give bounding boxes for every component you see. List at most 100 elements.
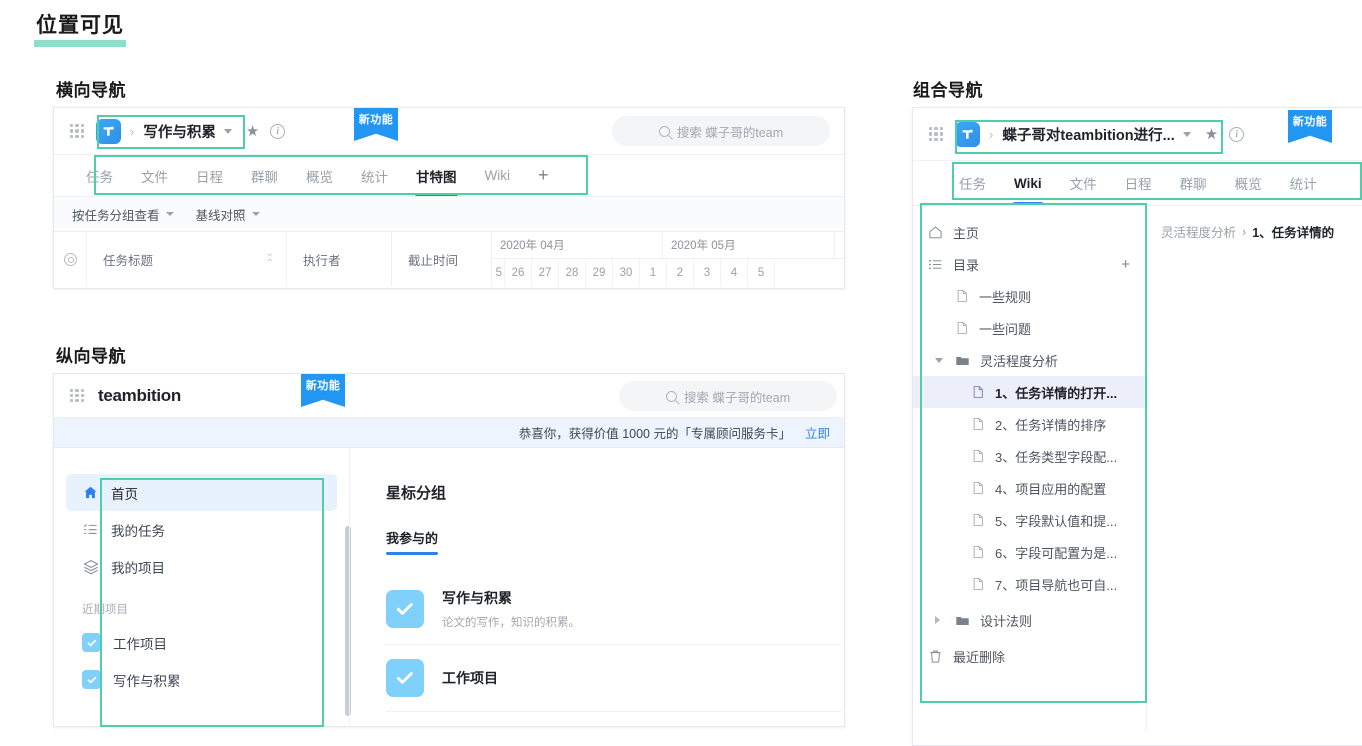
gantt-day: 29	[586, 259, 613, 286]
breadcrumb-current: 1、任务详情的	[1252, 226, 1335, 240]
project-card-work[interactable]: 工作项目	[386, 645, 842, 712]
sidebar-item-home[interactable]: 首页	[66, 474, 337, 511]
wiki-doc-questions[interactable]: 一些问题	[913, 312, 1146, 344]
project-name[interactable]: 蝶子哥对teambition进行...	[1002, 124, 1174, 145]
starred-group-heading: 星标分组	[386, 485, 447, 502]
tab-renwu[interactable]: 任务	[72, 155, 127, 196]
new-feature-badge[interactable]: 新功能	[354, 108, 398, 141]
filter-toolbar: 按任务分组查看 基线对照	[54, 197, 844, 232]
left-sidebar: 首页 我的任务 我的项目 近期项目 工作项目 写作与积累	[54, 448, 351, 724]
group-by-filter[interactable]: 按任务分组查看	[72, 205, 174, 224]
tab-tongji[interactable]: 统计	[347, 155, 402, 196]
expand-toggle[interactable]	[935, 357, 945, 363]
chevron-down-icon[interactable]	[223, 128, 232, 134]
tab-wiki[interactable]: Wiki	[471, 155, 525, 196]
wiki-item-home[interactable]: 主页	[913, 216, 1146, 248]
star-icon[interactable]: ★	[246, 124, 259, 139]
column-settings-button[interactable]	[54, 232, 87, 286]
wiki-doc-5[interactable]: 5、字段默认值和提...	[913, 504, 1146, 536]
wiki-folder-flexibility[interactable]: 灵活程度分析	[913, 344, 1146, 376]
column-assignee[interactable]: 执行者	[287, 232, 392, 286]
teambition-logo-icon[interactable]	[955, 121, 980, 147]
sidebar-item-my-projects[interactable]: 我的项目	[66, 548, 337, 585]
search-input[interactable]: 搜索 蝶子哥的team	[612, 116, 830, 146]
wiki-doc-7[interactable]: 7、项目导航也可自...	[913, 568, 1146, 600]
gantt-day: 27	[532, 259, 559, 286]
doc-icon	[969, 416, 986, 433]
wiki-doc-rules[interactable]: 一些规则	[913, 280, 1146, 312]
baseline-filter[interactable]: 基线对照	[196, 205, 260, 224]
expand-toggle[interactable]	[935, 616, 945, 624]
wiki-item-label: 灵活程度分析	[980, 353, 1059, 369]
breadcrumb-separator: ›	[989, 126, 994, 142]
column-task-title[interactable]: 任务标题 ⌄ ⌃	[87, 232, 287, 286]
horizontal-tabs: 任务 文件 日程 群聊 概览 统计 甘特图 Wiki +	[54, 155, 844, 197]
sidebar-project-label: 写作与积累	[113, 673, 181, 689]
sidebar-group-label: 近期项目	[82, 604, 128, 616]
sidebar-project-work[interactable]: 工作项目	[66, 624, 337, 661]
app-grid-icon[interactable]	[929, 127, 943, 141]
add-page-button[interactable]: +	[1121, 256, 1130, 273]
wiki-item-recently-deleted[interactable]: 最近删除	[913, 640, 1146, 672]
task-list-icon	[82, 521, 99, 538]
project-name[interactable]: 写作与积累	[143, 121, 216, 142]
tab-gailan[interactable]: 概览	[292, 155, 347, 196]
collapse-toggle-icon[interactable]: ⌄ ⌃	[266, 249, 274, 269]
column-due-date[interactable]: 截止时间	[392, 232, 492, 286]
doc-icon	[969, 480, 986, 497]
tab-wenjian[interactable]: 文件	[127, 155, 182, 196]
chevron-down-icon	[935, 357, 943, 363]
tab-wiki[interactable]: Wiki	[1000, 161, 1056, 205]
tab-richeng[interactable]: 日程	[182, 155, 237, 196]
teambition-wordmark[interactable]: teambition	[98, 386, 181, 406]
wiki-item-label: 4、项目应用的配置	[995, 481, 1107, 497]
app-grid-icon[interactable]	[70, 388, 84, 403]
breadcrumb-parent[interactable]: 灵活程度分析	[1161, 222, 1236, 241]
project-card-writing[interactable]: 写作与积累 论文的写作，知识的积累。	[386, 574, 842, 645]
add-tab-button[interactable]: +	[524, 155, 563, 196]
wiki-doc-3[interactable]: 3、任务类型字段配...	[913, 440, 1146, 472]
info-icon[interactable]: i	[1229, 126, 1245, 142]
tab-qunliao[interactable]: 群聊	[237, 155, 292, 196]
info-icon[interactable]: i	[270, 123, 286, 139]
wiki-item-label: 目录	[953, 257, 980, 273]
wiki-doc-4[interactable]: 4、项目应用的配置	[913, 472, 1146, 504]
chevron-down-icon[interactable]	[1182, 131, 1191, 137]
project-check-icon	[386, 659, 424, 697]
tab-richeng[interactable]: 日程	[1111, 161, 1166, 205]
teambition-logo-icon[interactable]	[96, 118, 121, 144]
main-content-area: 星标分组 我参与的 写作与积累 论文的写作，知识的积累。 工作项目	[349, 448, 844, 724]
app-grid-icon[interactable]	[70, 124, 84, 138]
wiki-item-label: 3、任务类型字段配...	[995, 449, 1118, 465]
gantt-timeline: 2020年 04月 2020年 05月 5 26 27 28 29 30 1 2…	[492, 232, 844, 286]
wiki-item-label: 一些规则	[979, 289, 1032, 305]
tab-wenjian[interactable]: 文件	[1056, 161, 1111, 205]
sidebar-project-label: 工作项目	[113, 636, 167, 652]
tab-qunliao[interactable]: 群聊	[1166, 161, 1221, 205]
new-feature-badge[interactable]: 新功能	[301, 374, 345, 407]
layers-icon	[82, 558, 99, 575]
tab-my-participation[interactable]: 我参与的	[386, 528, 439, 555]
gantt-month-may: 2020年 05月	[663, 232, 835, 258]
promo-link[interactable]: 立即	[805, 423, 830, 442]
column-due-date-label: 截止时间	[408, 253, 459, 268]
sidebar-project-writing[interactable]: 写作与积累	[66, 661, 337, 698]
tab-tongji[interactable]: 统计	[1276, 161, 1331, 205]
tab-gantetu[interactable]: 甘特图	[402, 155, 471, 196]
star-icon[interactable]: ★	[1205, 127, 1218, 142]
wiki-doc-6[interactable]: 6、字段可配置为是...	[913, 536, 1146, 568]
wiki-item-directory[interactable]: 目录 +	[913, 248, 1146, 280]
sidebar-item-my-tasks[interactable]: 我的任务	[66, 511, 337, 548]
wiki-doc-1[interactable]: 1、任务详情的打开...	[913, 376, 1146, 408]
new-feature-badge[interactable]: 新功能	[1288, 110, 1332, 143]
search-placeholder: 搜索 蝶子哥的team	[683, 390, 791, 405]
promo-text: 恭喜你，获得价值 1000 元的「专属顾问服务卡」	[518, 427, 791, 441]
wiki-item-label: 设计法则	[980, 613, 1033, 629]
tab-renwu[interactable]: 任务	[945, 161, 1000, 205]
tab-gailan[interactable]: 概览	[1221, 161, 1276, 205]
wiki-doc-2[interactable]: 2、任务详情的排序	[913, 408, 1146, 440]
wiki-folder-design-rules[interactable]: 设计法则	[913, 604, 1146, 636]
search-input[interactable]: 搜索 蝶子哥的team	[619, 381, 837, 411]
wiki-tree-sidebar: 主页 目录 + 一些规则 一些问题 灵活程度分析 1、任务详情的打开... 2、…	[913, 206, 1147, 731]
list-icon	[927, 256, 944, 273]
